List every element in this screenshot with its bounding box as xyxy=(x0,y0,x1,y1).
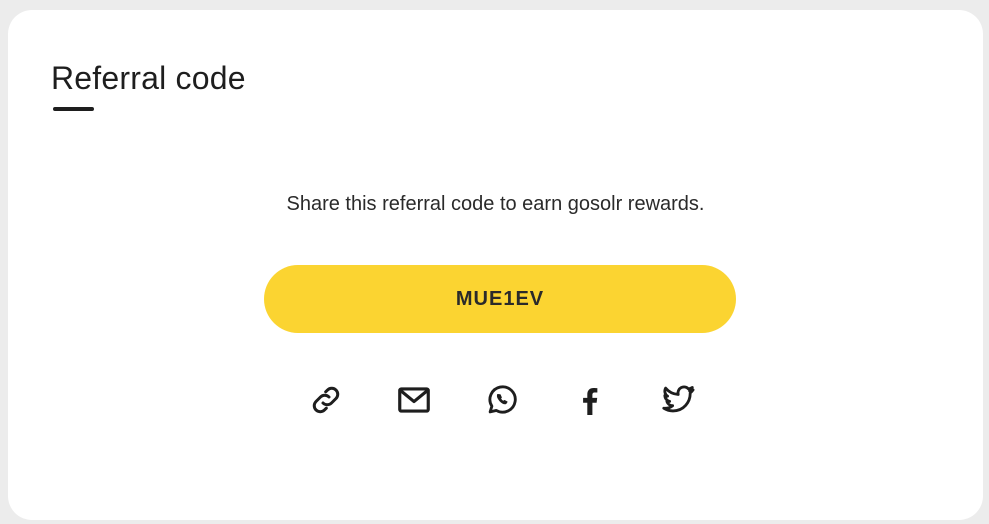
whatsapp-icon xyxy=(488,385,517,414)
referral-card: Referral code Share this referral code t… xyxy=(8,10,983,520)
title-underline xyxy=(53,107,94,111)
referral-code-value: MUE1EV xyxy=(455,287,545,310)
referral-code-button[interactable]: MUE1EV xyxy=(264,265,736,333)
twitter-icon xyxy=(662,385,695,413)
link-icon xyxy=(312,386,340,414)
copy-link-button[interactable] xyxy=(306,380,346,420)
referral-description: Share this referral code to earn gosolr … xyxy=(286,193,705,215)
facebook-icon xyxy=(583,388,598,415)
card-title: Referral code xyxy=(51,60,246,96)
whatsapp-share-button[interactable] xyxy=(482,380,522,420)
email-share-button[interactable] xyxy=(394,380,434,420)
twitter-share-button[interactable] xyxy=(658,380,698,420)
facebook-share-button[interactable] xyxy=(570,380,610,420)
mail-icon xyxy=(398,387,430,413)
share-options xyxy=(8,380,983,420)
